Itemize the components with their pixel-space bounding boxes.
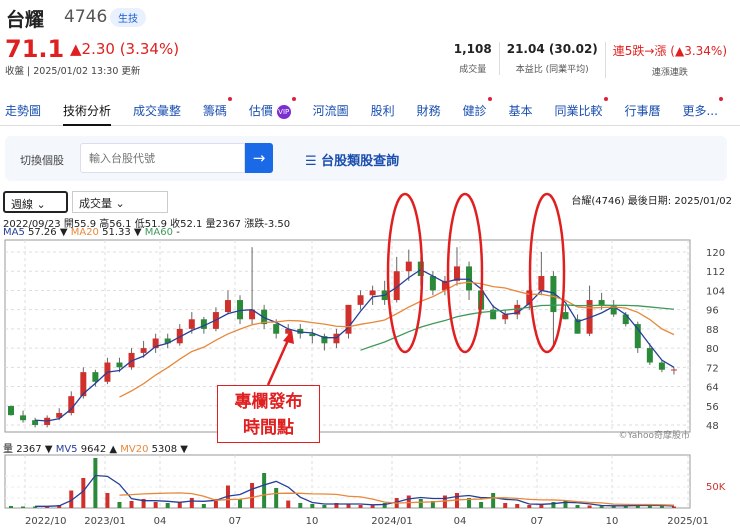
annotation-arrow bbox=[266, 337, 291, 386]
candle-body bbox=[562, 312, 569, 320]
y-tick-label: 88 bbox=[706, 325, 719, 336]
candle-body bbox=[357, 295, 364, 305]
x-tick-label: 2025/01 bbox=[667, 516, 709, 527]
highlight-ellipse bbox=[528, 192, 566, 354]
x-tick-label: 07 bbox=[531, 516, 544, 527]
candle-body bbox=[670, 369, 677, 371]
y-tick-label: 104 bbox=[706, 286, 725, 297]
x-tick-label: 2024/01 bbox=[371, 516, 413, 527]
annotation-box: 專欄發布 時間點 bbox=[217, 385, 320, 443]
candle-body bbox=[140, 348, 147, 353]
volume-bar bbox=[358, 505, 363, 508]
volume-bar bbox=[238, 499, 243, 508]
candle-body bbox=[116, 362, 123, 368]
candle-body bbox=[405, 261, 412, 272]
candle-body bbox=[622, 314, 629, 325]
candle-body bbox=[658, 362, 665, 370]
y-tick-label: 64 bbox=[706, 383, 719, 394]
volume-bar bbox=[262, 473, 267, 508]
y-tick-label: 96 bbox=[706, 306, 719, 317]
watermark: ©Yahoo奇摩股市 bbox=[619, 429, 691, 441]
y-tick-label: 72 bbox=[706, 363, 719, 374]
volume-bar bbox=[671, 506, 676, 508]
candle-body bbox=[273, 324, 280, 334]
x-tick-label: 04 bbox=[154, 516, 167, 527]
x-tick-label: 10 bbox=[306, 516, 319, 527]
volume-bar bbox=[491, 493, 496, 508]
volume-bar bbox=[503, 503, 508, 508]
volume-bar bbox=[527, 505, 532, 508]
volume-bar bbox=[587, 505, 592, 508]
volume-bar bbox=[93, 458, 98, 508]
candle-body bbox=[237, 300, 244, 320]
volume-bar bbox=[418, 499, 423, 508]
volume-bar bbox=[659, 506, 664, 508]
y-tick-label: 56 bbox=[706, 402, 719, 413]
candle-body bbox=[466, 266, 473, 291]
volume-bar bbox=[575, 505, 580, 508]
annotation-line2: 時間點 bbox=[243, 418, 294, 438]
volume-bar bbox=[286, 500, 291, 508]
candle-body bbox=[224, 300, 231, 313]
volume-bar bbox=[479, 502, 484, 508]
volume-bar bbox=[515, 504, 520, 508]
highlight-ellipse bbox=[446, 192, 484, 354]
y-tick-label: 80 bbox=[706, 344, 719, 355]
candle-body bbox=[429, 276, 436, 291]
candlestick-chart[interactable]: 2022/10 2023/01 04 07 10 2024/01 04 07 10 2025/01… bbox=[0, 0, 740, 531]
y-tick-label: 120 bbox=[706, 248, 725, 259]
candle-body bbox=[634, 324, 641, 349]
volume-bar bbox=[153, 502, 158, 508]
x-tick-label: 2023/01 bbox=[84, 516, 126, 527]
candle-body bbox=[92, 372, 99, 382]
volume-bar bbox=[442, 495, 447, 508]
volume-bar bbox=[117, 502, 122, 508]
volume-tick-label: 50K bbox=[706, 482, 726, 493]
volume-bar bbox=[9, 506, 13, 508]
candle-body bbox=[8, 406, 14, 416]
candle-body bbox=[646, 348, 653, 363]
volume-bar bbox=[165, 503, 170, 508]
annotation-line1: 專欄發布 bbox=[234, 392, 303, 412]
volume-bar bbox=[310, 504, 315, 508]
volume-bar bbox=[298, 503, 303, 508]
volume-bar bbox=[129, 501, 134, 508]
volume-bar bbox=[370, 505, 375, 508]
x-tick-label: 2022/10 bbox=[25, 516, 67, 527]
volume-bar bbox=[21, 506, 26, 508]
price-panel-frame bbox=[4, 239, 691, 433]
x-tick-label: 07 bbox=[229, 516, 242, 527]
candle-body bbox=[369, 290, 376, 296]
volume-bar bbox=[322, 505, 327, 508]
ma5-line bbox=[35, 268, 675, 422]
volume-bar bbox=[250, 483, 255, 508]
volume-bar bbox=[189, 498, 194, 508]
volume-bar bbox=[406, 495, 411, 508]
x-tick-label: 04 bbox=[454, 516, 467, 527]
candle-body bbox=[502, 314, 509, 320]
x-tick-label: 10 bbox=[606, 516, 619, 527]
candle-body bbox=[538, 276, 545, 291]
volume-bar bbox=[201, 504, 206, 508]
volume-bar bbox=[274, 488, 279, 508]
volume-bar bbox=[599, 506, 604, 508]
volume-bar bbox=[105, 493, 110, 508]
candle-body bbox=[188, 319, 195, 329]
candle-body bbox=[598, 300, 605, 305]
y-tick-label: 48 bbox=[706, 421, 719, 432]
y-tick-label: 112 bbox=[706, 267, 725, 278]
candle-body bbox=[20, 415, 27, 421]
